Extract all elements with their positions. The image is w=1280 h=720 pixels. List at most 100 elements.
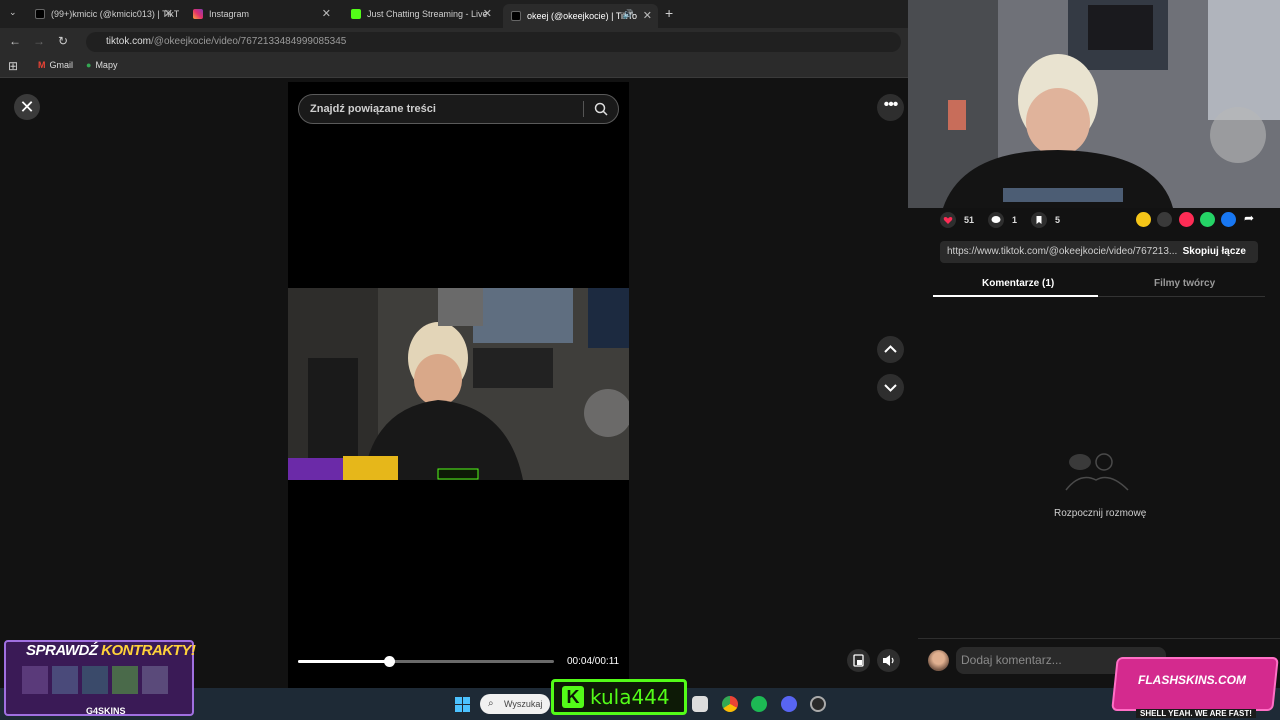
spotify-icon[interactable] [751, 696, 767, 712]
related-search-input[interactable]: Znajdź powiązane treści [298, 94, 619, 124]
search-icon[interactable] [594, 102, 608, 116]
bookmark-maps[interactable]: ● Mapy [86, 60, 117, 70]
chevron-up-icon [884, 345, 897, 353]
discord-icon[interactable] [781, 696, 797, 712]
bookmark-gmail[interactable]: M Gmail [38, 60, 73, 70]
empty-comments-icon [1065, 453, 1129, 491]
close-tab-icon[interactable]: ✕ [322, 7, 331, 20]
stream-frame-image [288, 288, 629, 480]
copy-link-button[interactable]: Skopiuj łącze [1183, 241, 1246, 263]
kick-icon [351, 9, 361, 19]
url-field[interactable]: tiktok.com/@okeejkocie/video/76721334849… [86, 32, 901, 52]
windows-start-icon[interactable] [455, 697, 470, 712]
kick-username: kula444 [590, 685, 670, 709]
video-link-text: https://www.tiktok.com/@okeejkocie/video… [947, 246, 1178, 257]
avatar [928, 650, 949, 671]
webcam-overlay [908, 0, 1280, 208]
comment-count: 1 [1012, 215, 1018, 225]
ellipsis-icon: ••• [883, 96, 899, 113]
embed-code-icon[interactable] [1157, 212, 1172, 227]
tab-creator-videos[interactable]: Filmy twórcy [1154, 278, 1215, 289]
flashskins-banner: FLASHSKINS.COM SHELL YEAH. WE ARE FAST! [1110, 653, 1280, 720]
playback-time: 00:04/00:11 [567, 656, 620, 667]
apps-grid-icon[interactable]: ⊞ [8, 59, 18, 73]
kick-logo-icon: K [562, 686, 584, 708]
instagram-icon [193, 9, 203, 19]
share-arrow-icon[interactable]: ➦ [1244, 211, 1254, 225]
send-icon[interactable] [1179, 212, 1194, 227]
flashskins-tagline: SHELL YEAH. WE ARE FAST! [1136, 709, 1256, 718]
close-icon: ✕ [19, 97, 35, 117]
comment-stat[interactable]: 1 [988, 212, 1017, 228]
promo-brand: G4SKINS [86, 706, 126, 716]
bookmark-label: Gmail [49, 60, 74, 70]
taskbar-search[interactable]: ⌕ Wyszukaj [480, 694, 550, 714]
progress-fill [298, 660, 391, 663]
like-stat[interactable]: 51 [940, 212, 974, 228]
tab-instagram[interactable]: Instagram ✕ [185, 4, 337, 24]
promo-title: SPRAWDŹ KONTRAKTY! [26, 642, 196, 659]
empty-state-text: Rozpocznij rozmowę [1054, 508, 1147, 519]
tab-title: okeej (@okeejkocie) | TikTo [527, 11, 638, 21]
close-video-button[interactable]: ✕ [14, 94, 40, 120]
gmail-icon: M [38, 60, 46, 70]
tiktok-icon [35, 9, 45, 19]
bookmark-icon [1031, 212, 1047, 228]
tab-kmicic[interactable]: (99+)kmicic (@kmicic013) | TikT ✕ [27, 4, 179, 24]
chevron-down-icon [884, 384, 897, 392]
url-host: tiktok.com [106, 36, 152, 47]
previous-video-button[interactable] [877, 336, 904, 363]
forward-icon[interactable]: → [33, 34, 45, 48]
webcam-image [908, 0, 1280, 208]
tab-title: (99+)kmicic (@kmicic013) | TikT [51, 9, 179, 19]
chrome-icon[interactable] [722, 696, 738, 712]
pip-button[interactable] [847, 649, 870, 672]
new-tab-icon[interactable]: + [665, 5, 673, 21]
like-count: 51 [964, 215, 975, 225]
save-stat[interactable]: 5 [1031, 212, 1060, 228]
whatsapp-icon[interactable] [1200, 212, 1215, 227]
details-panel [918, 208, 1280, 688]
search-divider [583, 101, 584, 117]
facebook-icon[interactable] [1221, 212, 1236, 227]
speaker-icon[interactable]: 🔊 [623, 9, 634, 20]
more-options-button[interactable]: ••• [877, 94, 904, 121]
promo-banner-contracts: SPRAWDŹ KONTRAKTY! G4SKINS [0, 632, 200, 720]
bookmarks-bar: ⊞ M Gmail ● Mapy [0, 56, 908, 78]
bookmark-label: Mapy [95, 60, 118, 70]
address-bar: ← → ↻ tiktok.com/@okeejkocie/video/76721… [0, 28, 908, 56]
coin-icon[interactable] [1136, 212, 1151, 227]
maps-pin-icon: ● [86, 60, 92, 70]
search-icon: ⌕ [488, 698, 494, 709]
back-icon[interactable]: ← [9, 34, 21, 48]
store-icon[interactable] [692, 696, 708, 712]
reload-icon[interactable]: ↻ [58, 34, 68, 48]
tab-title: Just Chatting Streaming - Live [367, 9, 488, 19]
volume-icon [883, 655, 894, 666]
tab-list-chevron-icon[interactable]: ⌄ [9, 7, 17, 18]
video-frame [288, 288, 629, 480]
close-tab-icon[interactable]: ✕ [483, 7, 492, 20]
weapon-skins-image [22, 666, 168, 694]
tab-comments[interactable]: Komentarze (1) [982, 278, 1054, 289]
heart-icon [940, 212, 956, 228]
steam-icon[interactable] [810, 696, 826, 712]
flashskins-name: FLASHSKINS.COM [1138, 673, 1246, 687]
active-tab-indicator [933, 295, 1098, 297]
kick-username-badge: K kula444 [551, 679, 687, 715]
tab-bar: ⌄ (99+)kmicic (@kmicic013) | TikT ✕ Inst… [0, 0, 908, 28]
promo-title-yellow: KONTRAKTY! [101, 642, 196, 659]
close-tab-icon[interactable]: ✕ [164, 7, 173, 20]
promo-title-white: SPRAWDŹ [26, 642, 102, 659]
video-link-box: https://www.tiktok.com/@okeejkocie/video… [940, 241, 1258, 263]
url-path: /@okeejkocie/video/7672133484999085345 [151, 36, 347, 47]
close-tab-icon[interactable]: ✕ [643, 9, 652, 22]
comment-bubble-icon [988, 212, 1004, 228]
picture-in-picture-icon [853, 654, 864, 667]
save-count: 5 [1055, 215, 1061, 225]
tab-kick[interactable]: Just Chatting Streaming - Live ✕ [343, 4, 498, 24]
tab-okeej[interactable]: okeej (@okeejkocie) | TikTo 🔊 ✕ [503, 4, 658, 28]
next-video-button[interactable] [877, 374, 904, 401]
taskbar-search-label: Wyszukaj [504, 699, 543, 709]
volume-button[interactable] [877, 649, 900, 672]
